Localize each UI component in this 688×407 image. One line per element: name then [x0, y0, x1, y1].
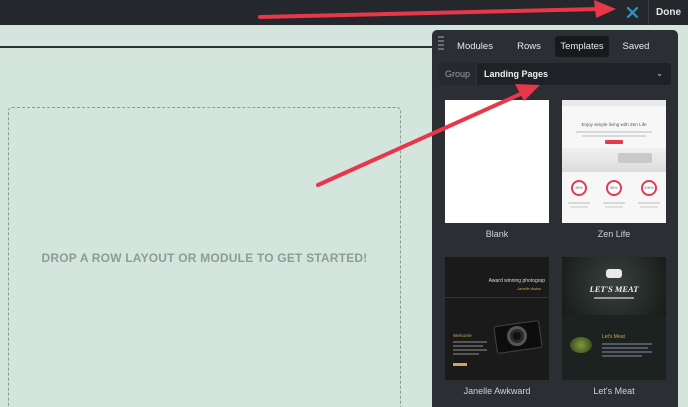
arrow-to-group-select: [316, 84, 540, 187]
arrow-to-close-icon: [258, 0, 616, 19]
annotation-arrows: [258, 0, 616, 187]
